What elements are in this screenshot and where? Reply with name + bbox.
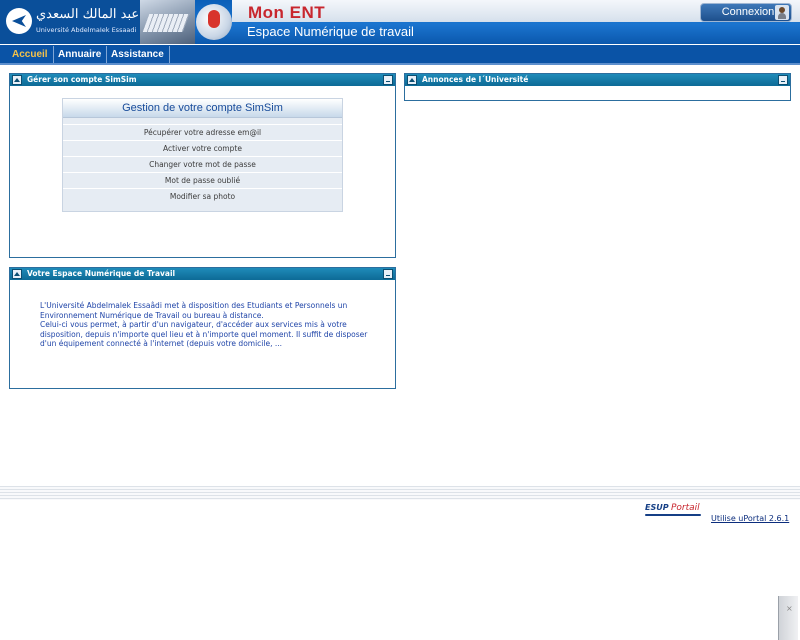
ent-description: L'Université Abdelmalek Essaâdi met à di… (40, 301, 368, 348)
simsim-panel: Gérer son compte SimSim Gestion de votre… (9, 73, 396, 258)
user-icon (775, 5, 789, 20)
minimize-icon[interactable] (383, 269, 393, 279)
simsim-box-title: Gestion de votre compte SimSim (63, 99, 342, 118)
simsim-box: Gestion de votre compte SimSim Pécupérer… (62, 98, 343, 212)
activate-account-link[interactable]: Activer votre compte (63, 140, 342, 156)
footer-divider (0, 486, 800, 500)
header: جامعة عبد المالك السعدي Université Abdel… (0, 0, 800, 44)
recover-email-link[interactable]: Pécupérer votre adresse em@il (63, 124, 342, 140)
app-title: Mon ENT (248, 3, 326, 22)
keyboard-banner-image (140, 0, 195, 44)
simsim-panel-header: Gérer son compte SimSim (10, 74, 395, 86)
esup-logo-text: ESUP (645, 503, 669, 512)
app-subtitle: Espace Numérique de travail (247, 24, 414, 39)
tab-assistance[interactable]: Assistance (106, 46, 170, 64)
ent-panel: Votre Espace Numérique de Travail L'Univ… (9, 267, 396, 389)
esup-swoosh-icon (645, 514, 701, 516)
mouse-icon (196, 4, 232, 40)
nav-divider (0, 63, 800, 65)
side-widget[interactable]: × (778, 596, 798, 640)
tab-accueil[interactable]: Accueil (7, 46, 54, 64)
university-name-latin: Université AbdelmaIek Essaadi (36, 26, 137, 34)
collapse-icon[interactable] (407, 75, 417, 85)
collapse-icon[interactable] (12, 269, 22, 279)
portail-logo-text: Portail (671, 503, 700, 513)
university-emblem-icon (6, 8, 32, 34)
minimize-icon[interactable] (383, 75, 393, 85)
change-password-link[interactable]: Changer votre mot de passe (63, 156, 342, 172)
university-logo[interactable]: جامعة عبد المالك السعدي Université Abdel… (0, 0, 176, 44)
ent-panel-title: Votre Espace Numérique de Travail (27, 269, 176, 278)
esup-portail-logo[interactable]: ESUP Portail (645, 503, 705, 517)
forgot-password-link[interactable]: Mot de passe oublié (63, 172, 342, 188)
collapse-icon[interactable] (12, 75, 22, 85)
login-button-label: Connexion (721, 6, 775, 18)
close-icon[interactable]: × (786, 604, 793, 613)
simsim-panel-title: Gérer son compte SimSim (27, 75, 137, 84)
login-button[interactable]: Connexion (700, 3, 792, 22)
annonces-panel: Annonces de l´Université (404, 73, 791, 101)
annonces-panel-title: Annonces de l´Université (422, 75, 529, 84)
ent-panel-header: Votre Espace Numérique de Travail (10, 268, 395, 280)
annonces-panel-header: Annonces de l´Université (405, 74, 790, 86)
tab-annuaire[interactable]: Annuaire (53, 46, 108, 64)
main-nav: Accueil Annuaire Assistance (0, 44, 800, 64)
edit-photo-link[interactable]: Modifier sa photo (63, 188, 342, 204)
minimize-icon[interactable] (778, 75, 788, 85)
uportal-version-link[interactable]: Utilise uPortal 2.6.1 (711, 514, 789, 523)
